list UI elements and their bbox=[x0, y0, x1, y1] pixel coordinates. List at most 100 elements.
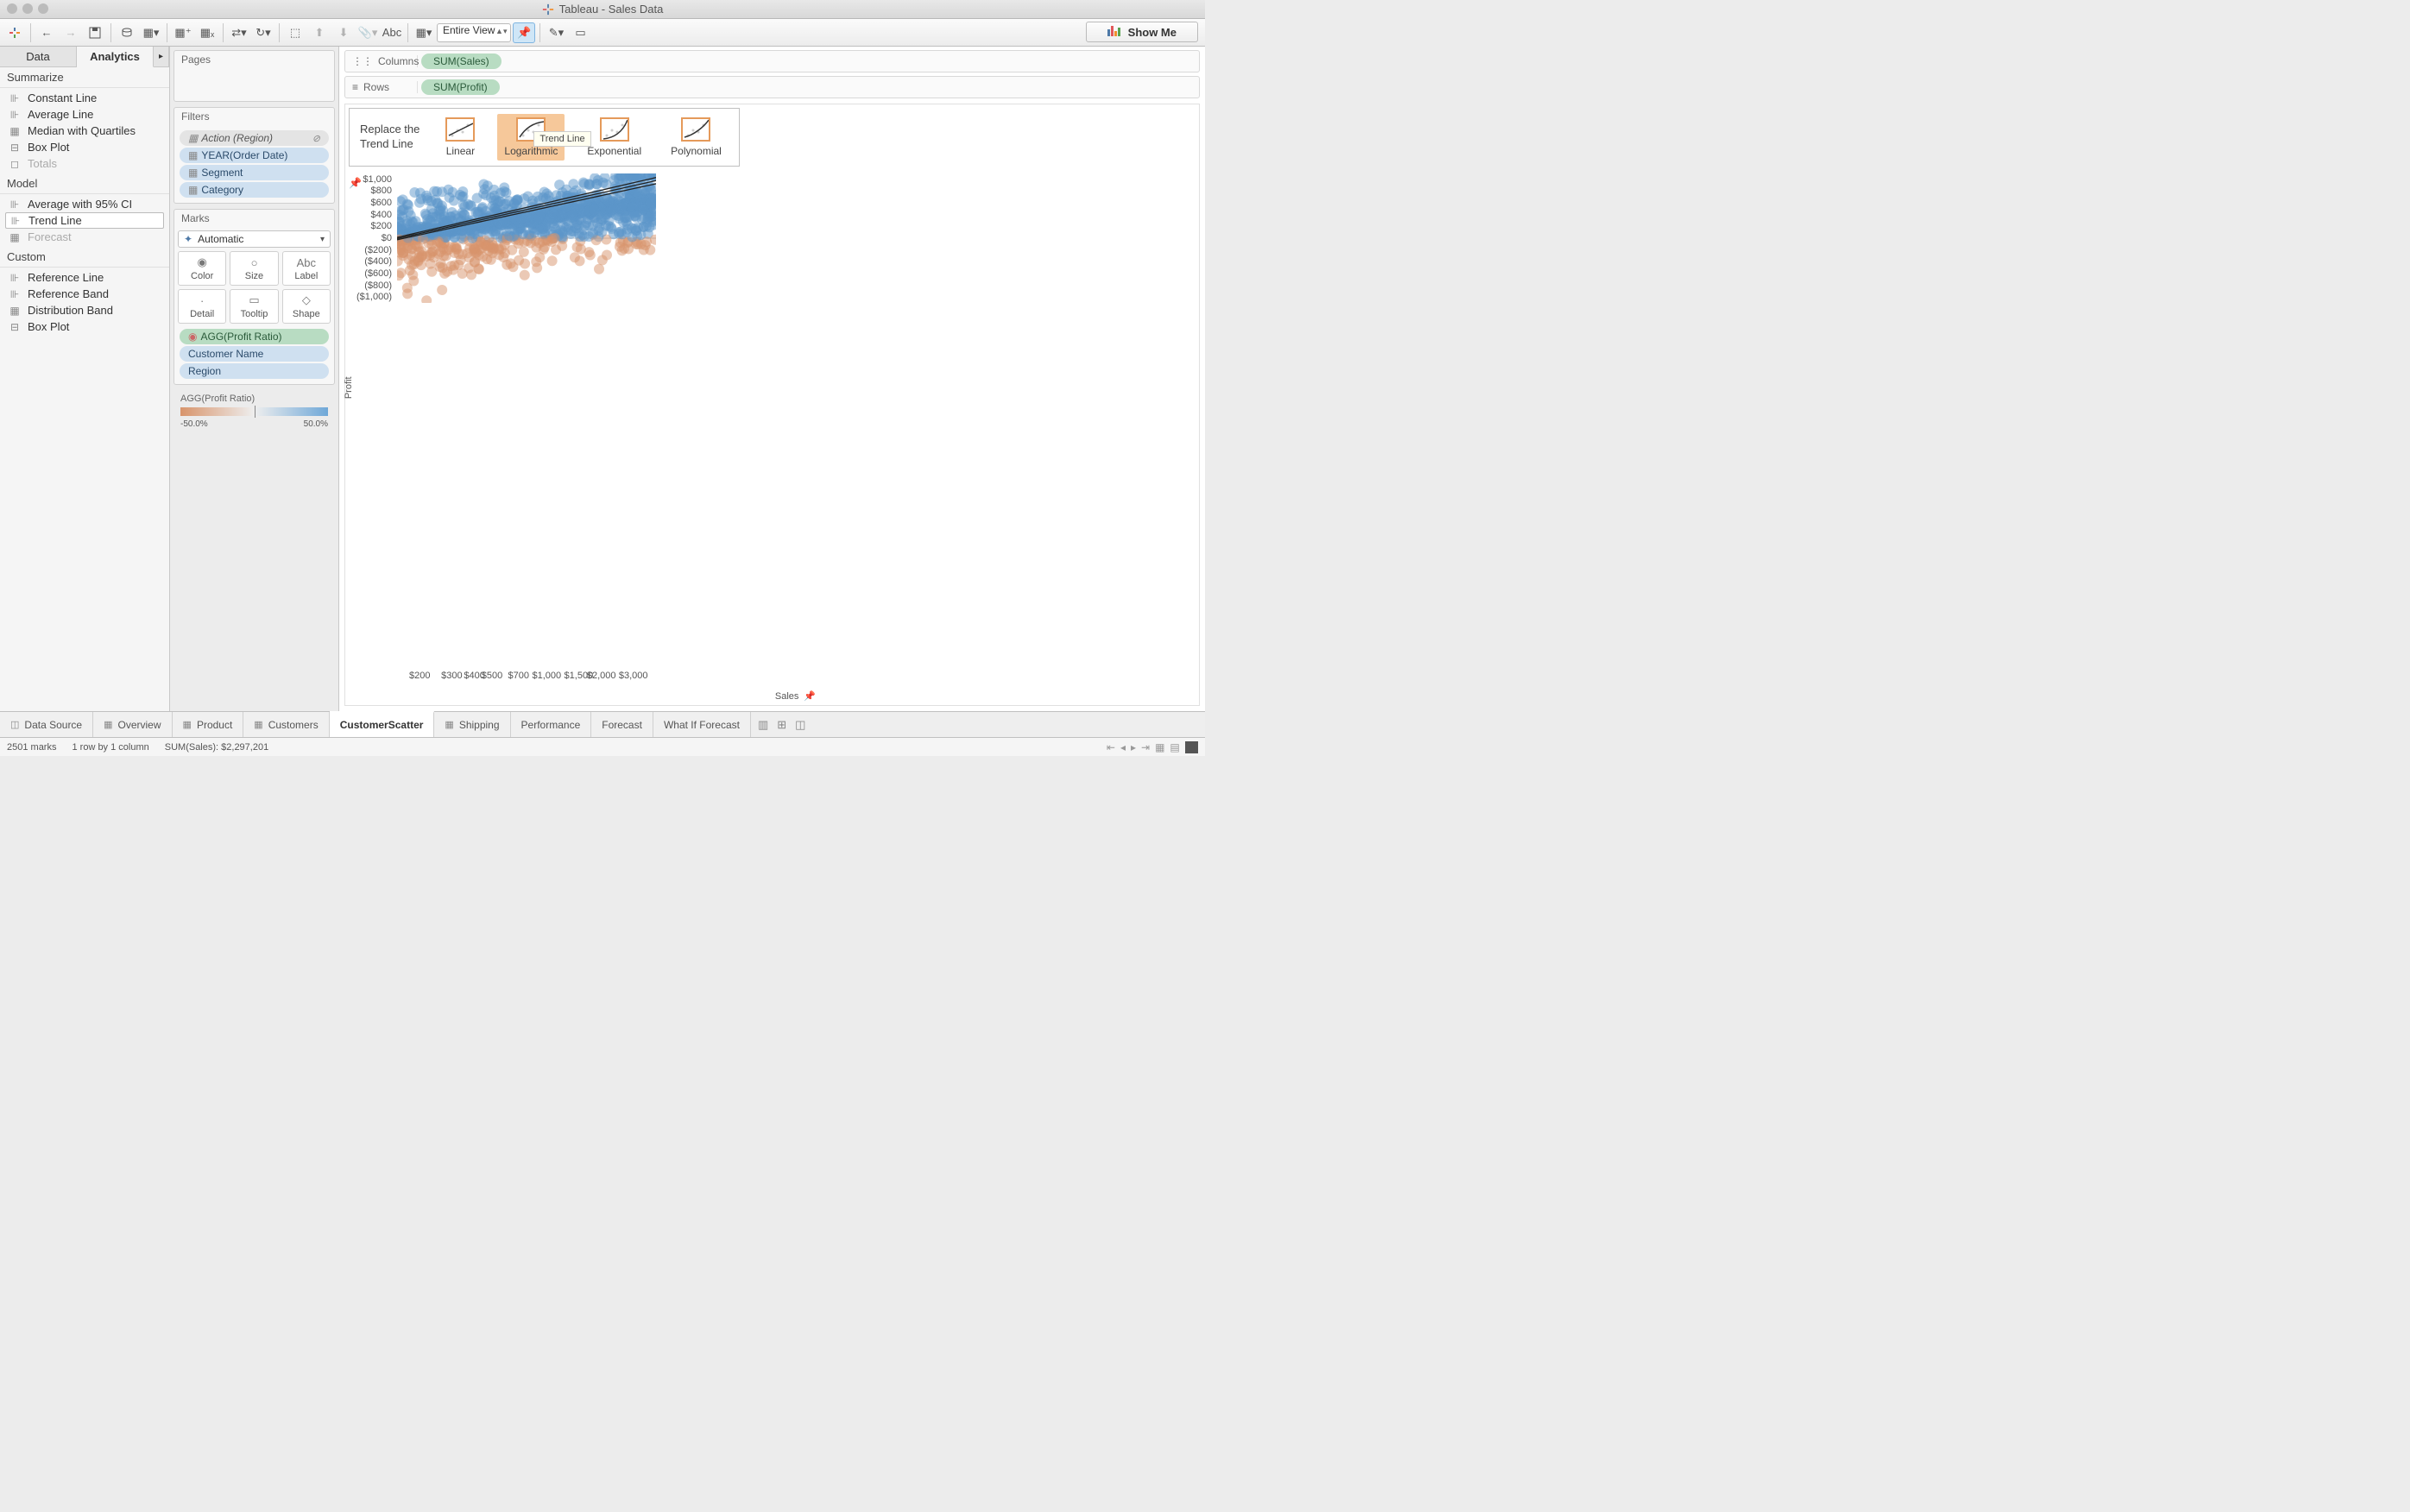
worksheet-icon: ▦ bbox=[254, 719, 262, 730]
marks-type-select[interactable]: ✦Automatic bbox=[178, 230, 331, 248]
columns-label: Columns bbox=[378, 55, 419, 67]
back-button[interactable]: ← bbox=[35, 22, 58, 43]
sort-desc-button[interactable]: ⬆ bbox=[308, 22, 331, 43]
x-axis-pin-icon[interactable]: 📌 bbox=[804, 691, 816, 702]
marks-detail-button[interactable]: ·Detail bbox=[178, 289, 226, 324]
new-dashboard-button[interactable]: ⊞ bbox=[777, 718, 786, 732]
forward-button[interactable]: → bbox=[60, 22, 82, 43]
refresh-button[interactable]: ↻▾ bbox=[252, 22, 274, 43]
mark-pill-region[interactable]: Region bbox=[180, 363, 329, 379]
marks-color-button[interactable]: ◉Color bbox=[178, 251, 226, 286]
trend-option-polynomial[interactable]: Polynomial bbox=[664, 114, 729, 161]
trend-drop-target[interactable]: Replace the Trend Line LinearLogarithmic… bbox=[349, 108, 740, 167]
presentation-button[interactable]: ▭ bbox=[569, 22, 591, 43]
save-button[interactable] bbox=[84, 22, 106, 43]
close-icon[interactable] bbox=[7, 3, 17, 14]
marks-tooltip-button[interactable]: ▭Tooltip bbox=[230, 289, 278, 324]
x-tick: $300 bbox=[441, 671, 462, 681]
filter-pill-category[interactable]: ▦Category bbox=[180, 182, 329, 198]
sheet-tab-customers[interactable]: ▦Customers bbox=[243, 712, 329, 737]
analytics-item-box-plot[interactable]: ⊟Box Plot bbox=[0, 139, 169, 155]
rows-shelf[interactable]: ≡Rows SUM(Profit) bbox=[344, 76, 1200, 98]
new-datasource-button[interactable] bbox=[116, 22, 138, 43]
new-worksheet-button[interactable]: ▦▾ bbox=[140, 22, 162, 43]
y-tick: ($400) bbox=[364, 256, 392, 267]
summarize-header: Summarize bbox=[0, 67, 169, 88]
sheet-tab-performance[interactable]: Performance bbox=[511, 712, 592, 737]
sheet-tab-shipping[interactable]: ▦Shipping bbox=[434, 712, 510, 737]
scatter-plot[interactable] bbox=[397, 173, 656, 303]
minimize-icon[interactable] bbox=[22, 3, 33, 14]
data-source-tab[interactable]: ◫Data Source bbox=[0, 712, 93, 737]
sheet-tab-customerscatter[interactable]: CustomerScatter bbox=[330, 711, 435, 737]
attach-button[interactable]: 📎▾ bbox=[356, 22, 379, 43]
mark-pill-agg-profit-ratio-[interactable]: ◉AGG(Profit Ratio) bbox=[180, 329, 329, 344]
sort-asc-button[interactable]: ⬚ bbox=[284, 22, 306, 43]
pages-card[interactable]: Pages bbox=[173, 50, 335, 102]
pin-button[interactable]: 📌 bbox=[513, 22, 535, 43]
analytics-item-icon: ⊪ bbox=[9, 272, 21, 284]
filters-card[interactable]: Filters ▦Action (Region)⊘▦YEAR(Order Dat… bbox=[173, 107, 335, 204]
new-sheet-button[interactable]: ▥ bbox=[758, 718, 768, 732]
y-tick: $1,000 bbox=[363, 174, 392, 185]
rows-pill-sum-profit[interactable]: SUM(Profit) bbox=[421, 79, 500, 95]
sheet-tab-what-if-forecast[interactable]: What If Forecast bbox=[653, 712, 751, 737]
mark-pill-customer-name[interactable]: Customer Name bbox=[180, 346, 329, 362]
analytics-item-totals[interactable]: ◻Totals bbox=[0, 155, 169, 172]
view-grid-icon[interactable]: ▦ bbox=[1155, 741, 1164, 753]
marks-card[interactable]: Marks ✦Automatic ◉Color○SizeAbcLabel·Det… bbox=[173, 209, 335, 385]
fit-dropdown-icon[interactable]: ▦▾ bbox=[413, 22, 435, 43]
show-me-button[interactable]: Show Me bbox=[1086, 22, 1198, 42]
highlight-button[interactable]: ✎▾ bbox=[545, 22, 567, 43]
nav-next-icon[interactable]: ▸ bbox=[1131, 741, 1136, 753]
analytics-item-reference-band[interactable]: ⊪Reference Band bbox=[0, 286, 169, 302]
analytics-item-box-plot[interactable]: ⊟Box Plot bbox=[0, 318, 169, 335]
analytics-item-constant-line[interactable]: ⊪Constant Line bbox=[0, 90, 169, 106]
titlebar: Tableau - Sales Data bbox=[0, 0, 1205, 19]
nav-last-icon[interactable]: ⇥ bbox=[1141, 741, 1150, 753]
view-card-icon[interactable]: ■ bbox=[1185, 741, 1198, 753]
x-axis-label[interactable]: Sales bbox=[775, 691, 799, 702]
sheet-tab-product[interactable]: ▦Product bbox=[173, 712, 244, 737]
view-list-icon[interactable]: ▤ bbox=[1170, 741, 1179, 753]
columns-pill-sum-sales[interactable]: SUM(Sales) bbox=[421, 54, 502, 69]
analytics-item-reference-line[interactable]: ⊪Reference Line bbox=[0, 269, 169, 286]
analytics-item-average-with-95-ci[interactable]: ⊪Average with 95% CI bbox=[0, 196, 169, 212]
duplicate-button[interactable]: ▦⁺ bbox=[172, 22, 194, 43]
tableau-icon[interactable] bbox=[3, 22, 26, 43]
analytics-item-median-with-quartiles[interactable]: ▦Median with Quartiles bbox=[0, 123, 169, 139]
tab-data[interactable]: Data bbox=[0, 47, 77, 66]
tab-analytics[interactable]: Analytics bbox=[77, 47, 154, 67]
columns-shelf[interactable]: ⋮⋮ Columns SUM(Sales) bbox=[344, 50, 1200, 72]
swap-button[interactable]: ⇄▾ bbox=[228, 22, 250, 43]
tab-collapse-icon[interactable]: ▸ bbox=[154, 47, 169, 66]
zoom-icon[interactable] bbox=[38, 3, 48, 14]
marks-shape-button[interactable]: ◇Shape bbox=[282, 289, 331, 324]
marks-label-button[interactable]: AbcLabel bbox=[282, 251, 331, 286]
window-controls[interactable] bbox=[7, 3, 48, 14]
analytics-item-average-line[interactable]: ⊪Average Line bbox=[0, 106, 169, 123]
filter-pill-year-order-date-[interactable]: ▦YEAR(Order Date) bbox=[180, 148, 329, 163]
nav-first-icon[interactable]: ⇤ bbox=[1107, 741, 1115, 753]
analytics-item-forecast[interactable]: ▦Forecast bbox=[0, 229, 169, 245]
marks-size-button[interactable]: ○Size bbox=[230, 251, 278, 286]
clear-button[interactable]: ▦ₓ bbox=[196, 22, 218, 43]
sheet-tab-overview[interactable]: ▦Overview bbox=[93, 712, 172, 737]
legend-gradient[interactable] bbox=[180, 407, 328, 416]
trend-option-linear[interactable]: Linear bbox=[438, 114, 482, 161]
filter-pill-action-region-[interactable]: ▦Action (Region)⊘ bbox=[180, 130, 329, 146]
group-button[interactable]: ⬇ bbox=[332, 22, 355, 43]
y-tick: $400 bbox=[371, 210, 392, 220]
analytics-item-distribution-band[interactable]: ▦Distribution Band bbox=[0, 302, 169, 318]
view-mode-select[interactable]: Entire View▲▾ bbox=[437, 23, 511, 42]
trend-option-logarithmic[interactable]: LogarithmicTrend Line bbox=[497, 114, 565, 161]
visualization-canvas[interactable]: Replace the Trend Line LinearLogarithmic… bbox=[344, 104, 1200, 706]
sheet-tab-forecast[interactable]: Forecast bbox=[591, 712, 653, 737]
nav-prev-icon[interactable]: ◂ bbox=[1120, 741, 1126, 753]
filter-pill-segment[interactable]: ▦Segment bbox=[180, 165, 329, 180]
labels-button[interactable]: Abc bbox=[381, 22, 403, 43]
new-story-button[interactable]: ◫ bbox=[795, 718, 805, 732]
columns-icon: ⋮⋮ bbox=[352, 55, 373, 67]
analytics-item-trend-line[interactable]: ⊪Trend Line bbox=[5, 212, 164, 229]
color-legend-card[interactable]: AGG(Profit Ratio) -50.0% 50.0% bbox=[173, 390, 335, 432]
